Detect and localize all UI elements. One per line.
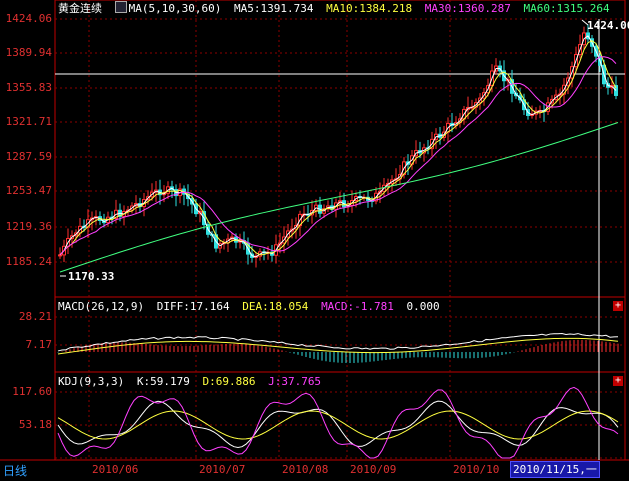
- kdj-params: KDJ(9,3,3): [58, 375, 125, 388]
- k-value: K:59.179: [136, 375, 190, 388]
- price-axis-label: 1321.71: [5, 115, 52, 128]
- candle-body: [58, 254, 62, 257]
- macd-expand-button[interactable]: +: [613, 301, 623, 311]
- date-axis-label: 2010/10: [453, 463, 500, 476]
- macd-axis-label: 28.21: [18, 310, 52, 323]
- date-axis-label: 2010/08: [282, 463, 329, 476]
- chart-canvas[interactable]: [0, 0, 629, 481]
- dea-value: DEA:18.054: [242, 300, 309, 313]
- ma5-line: [59, 35, 617, 258]
- timeframe-label[interactable]: 日线: [3, 462, 27, 479]
- kdj-axis-label: 53.18: [18, 418, 52, 431]
- kdj-k-line: [57, 400, 619, 449]
- ma-params: MA(5,10,30,60): [128, 2, 222, 15]
- kdj-expand-button[interactable]: +: [613, 376, 623, 386]
- d-value: D:69.886: [202, 375, 256, 388]
- high-annotation: 1424.00: [587, 19, 629, 32]
- kdj-axis-label: 117.60: [12, 385, 52, 398]
- ma60-value: MA60:1315.264: [523, 2, 610, 15]
- date-axis-label: 2010/09: [350, 463, 397, 476]
- price-axis-label: 1253.47: [5, 184, 52, 197]
- ma10-line: [59, 40, 617, 256]
- ma-icon[interactable]: [114, 1, 127, 13]
- date-axis-label: 2010/06: [92, 463, 139, 476]
- macd-axis-label: 7.17: [25, 338, 53, 351]
- ma30-value: MA30:1360.287: [424, 2, 511, 15]
- instrument-title: 黄金连续: [58, 2, 102, 15]
- ma5-value: MA5:1391.734: [233, 2, 314, 15]
- macd-value: MACD:-1.781: [321, 300, 394, 313]
- price-axis-label: 1185.24: [5, 255, 52, 268]
- cursor-date-label: 2010/11/15,一: [510, 461, 600, 478]
- low-annotation: 1170.33: [68, 270, 115, 283]
- macd-header: MACD(26,12,9) DIFF:17.164 DEA:18.054 MAC…: [58, 300, 446, 314]
- macd-params: MACD(26,12,9): [58, 300, 145, 313]
- price-axis-label: 1355.83: [5, 81, 52, 94]
- j-value: J:37.765: [268, 375, 322, 388]
- price-axis-label: 1389.94: [5, 46, 52, 59]
- price-header: 黄金连续 MA(5,10,30,60) MA5:1391.734 MA10:13…: [58, 1, 616, 16]
- ma30-line: [59, 56, 617, 256]
- price-axis-label: 1287.59: [5, 150, 52, 163]
- price-axis-label: 1219.36: [5, 220, 52, 233]
- date-axis-label: 2010/07: [199, 463, 246, 476]
- kdj-header: KDJ(9,3,3) K:59.179 D:69.886 J:37.765: [58, 375, 327, 389]
- price-axis-label: 1424.06: [5, 12, 52, 25]
- ma10-value: MA10:1384.218: [326, 2, 413, 15]
- diff-value: DIFF:17.164: [156, 300, 230, 313]
- zero-value: 0.000: [406, 300, 440, 313]
